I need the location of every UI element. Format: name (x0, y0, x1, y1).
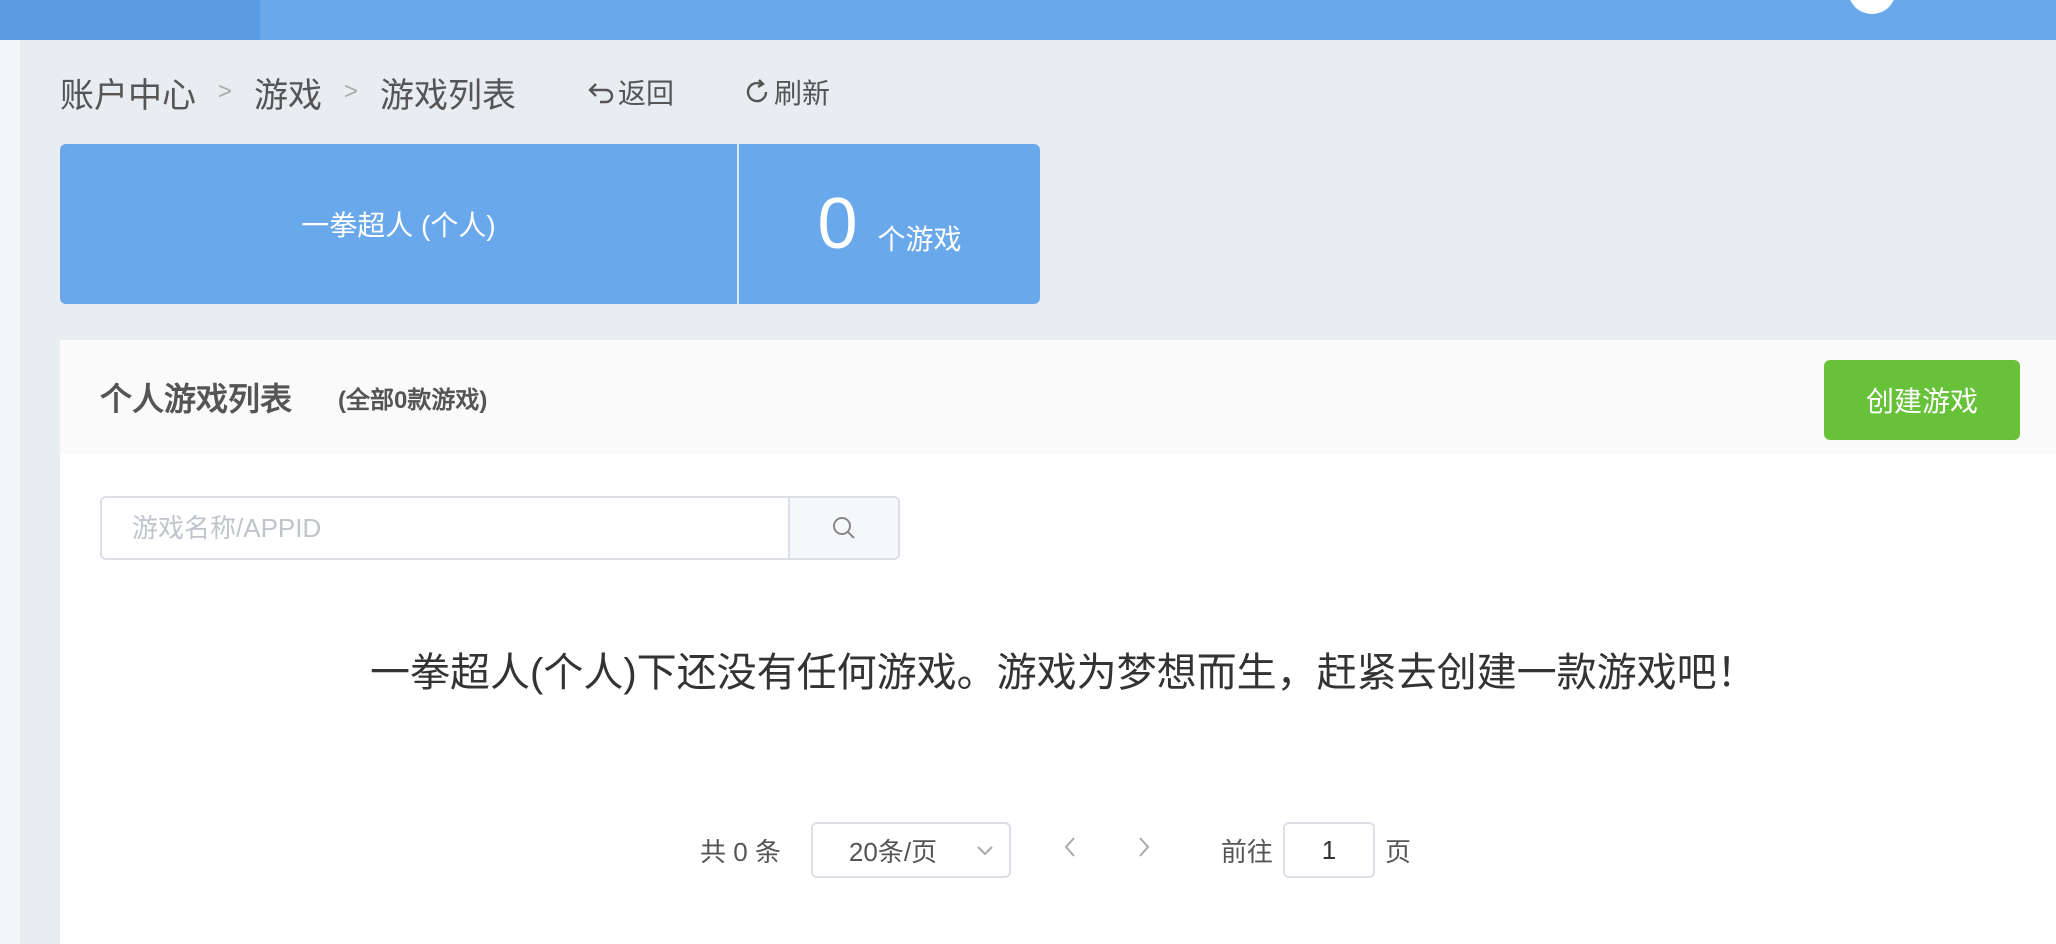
panel-subtitle: (全部0款游戏) (338, 386, 488, 414)
search-button[interactable] (788, 498, 898, 558)
game-list-panel: 个人游戏列表 (全部0款游戏) 创建游戏 一拳超人(个人)下还没有任何游戏。游戏… (60, 340, 2056, 944)
game-count-unit: 个游戏 (877, 224, 962, 255)
game-count-number: 0 (817, 184, 858, 264)
page-unit-label: 页 (1384, 836, 1411, 867)
breadcrumb-separator: > (218, 78, 233, 105)
avatar[interactable] (1848, 0, 1896, 14)
breadcrumb-item-game-list: 游戏列表 (380, 76, 517, 115)
goto-label: 前往 (1220, 836, 1273, 867)
next-page-button[interactable] (1137, 835, 1151, 866)
back-arrow-icon (588, 83, 614, 104)
chevron-down-icon (977, 846, 993, 856)
account-owner: 一拳超人 (个人) (60, 144, 739, 304)
pagination: 共 0 条 20条/页 前往 页 (700, 822, 1411, 878)
back-button[interactable]: 返回 (586, 72, 674, 112)
chevron-right-icon (1139, 836, 1150, 857)
breadcrumb: 账户中心 > 游戏 > 游戏列表 返回 刷新 (60, 64, 830, 120)
search-input[interactable] (102, 498, 788, 558)
chevron-left-icon (1064, 836, 1075, 857)
search-bar (100, 496, 900, 560)
page-size-value: 20条/页 (848, 836, 938, 867)
refresh-icon (746, 79, 768, 103)
refresh-button[interactable]: 刷新 (742, 72, 830, 112)
search-icon (833, 517, 855, 539)
account-summary-card: 一拳超人 (个人) 0 个游戏 (60, 144, 1040, 304)
game-count: 0 个游戏 (739, 144, 1040, 304)
empty-state-message: 一拳超人(个人)下还没有任何游戏。游戏为梦想而生，赶紧去创建一款游戏吧！ (370, 651, 1757, 695)
create-game-button[interactable]: 创建游戏 (1824, 360, 2020, 440)
top-bar (0, 0, 2056, 40)
back-label: 返回 (618, 78, 675, 109)
panel-header: 个人游戏列表 (全部0款游戏) 创建游戏 (60, 340, 2056, 454)
breadcrumb-separator: > (344, 78, 359, 105)
page-size-select[interactable]: 20条/页 (810, 822, 1011, 878)
refresh-label: 刷新 (774, 78, 831, 109)
panel-title: 个人游戏列表 (100, 381, 293, 417)
logo-area[interactable] (0, 0, 260, 40)
prev-page-button[interactable] (1063, 835, 1077, 866)
pagination-total: 共 0 条 (700, 836, 781, 867)
breadcrumb-item-games[interactable]: 游戏 (254, 68, 322, 117)
sidebar-edge (0, 40, 20, 944)
page-number-input[interactable] (1282, 822, 1375, 878)
breadcrumb-item-account-center[interactable]: 账户中心 (60, 68, 196, 117)
